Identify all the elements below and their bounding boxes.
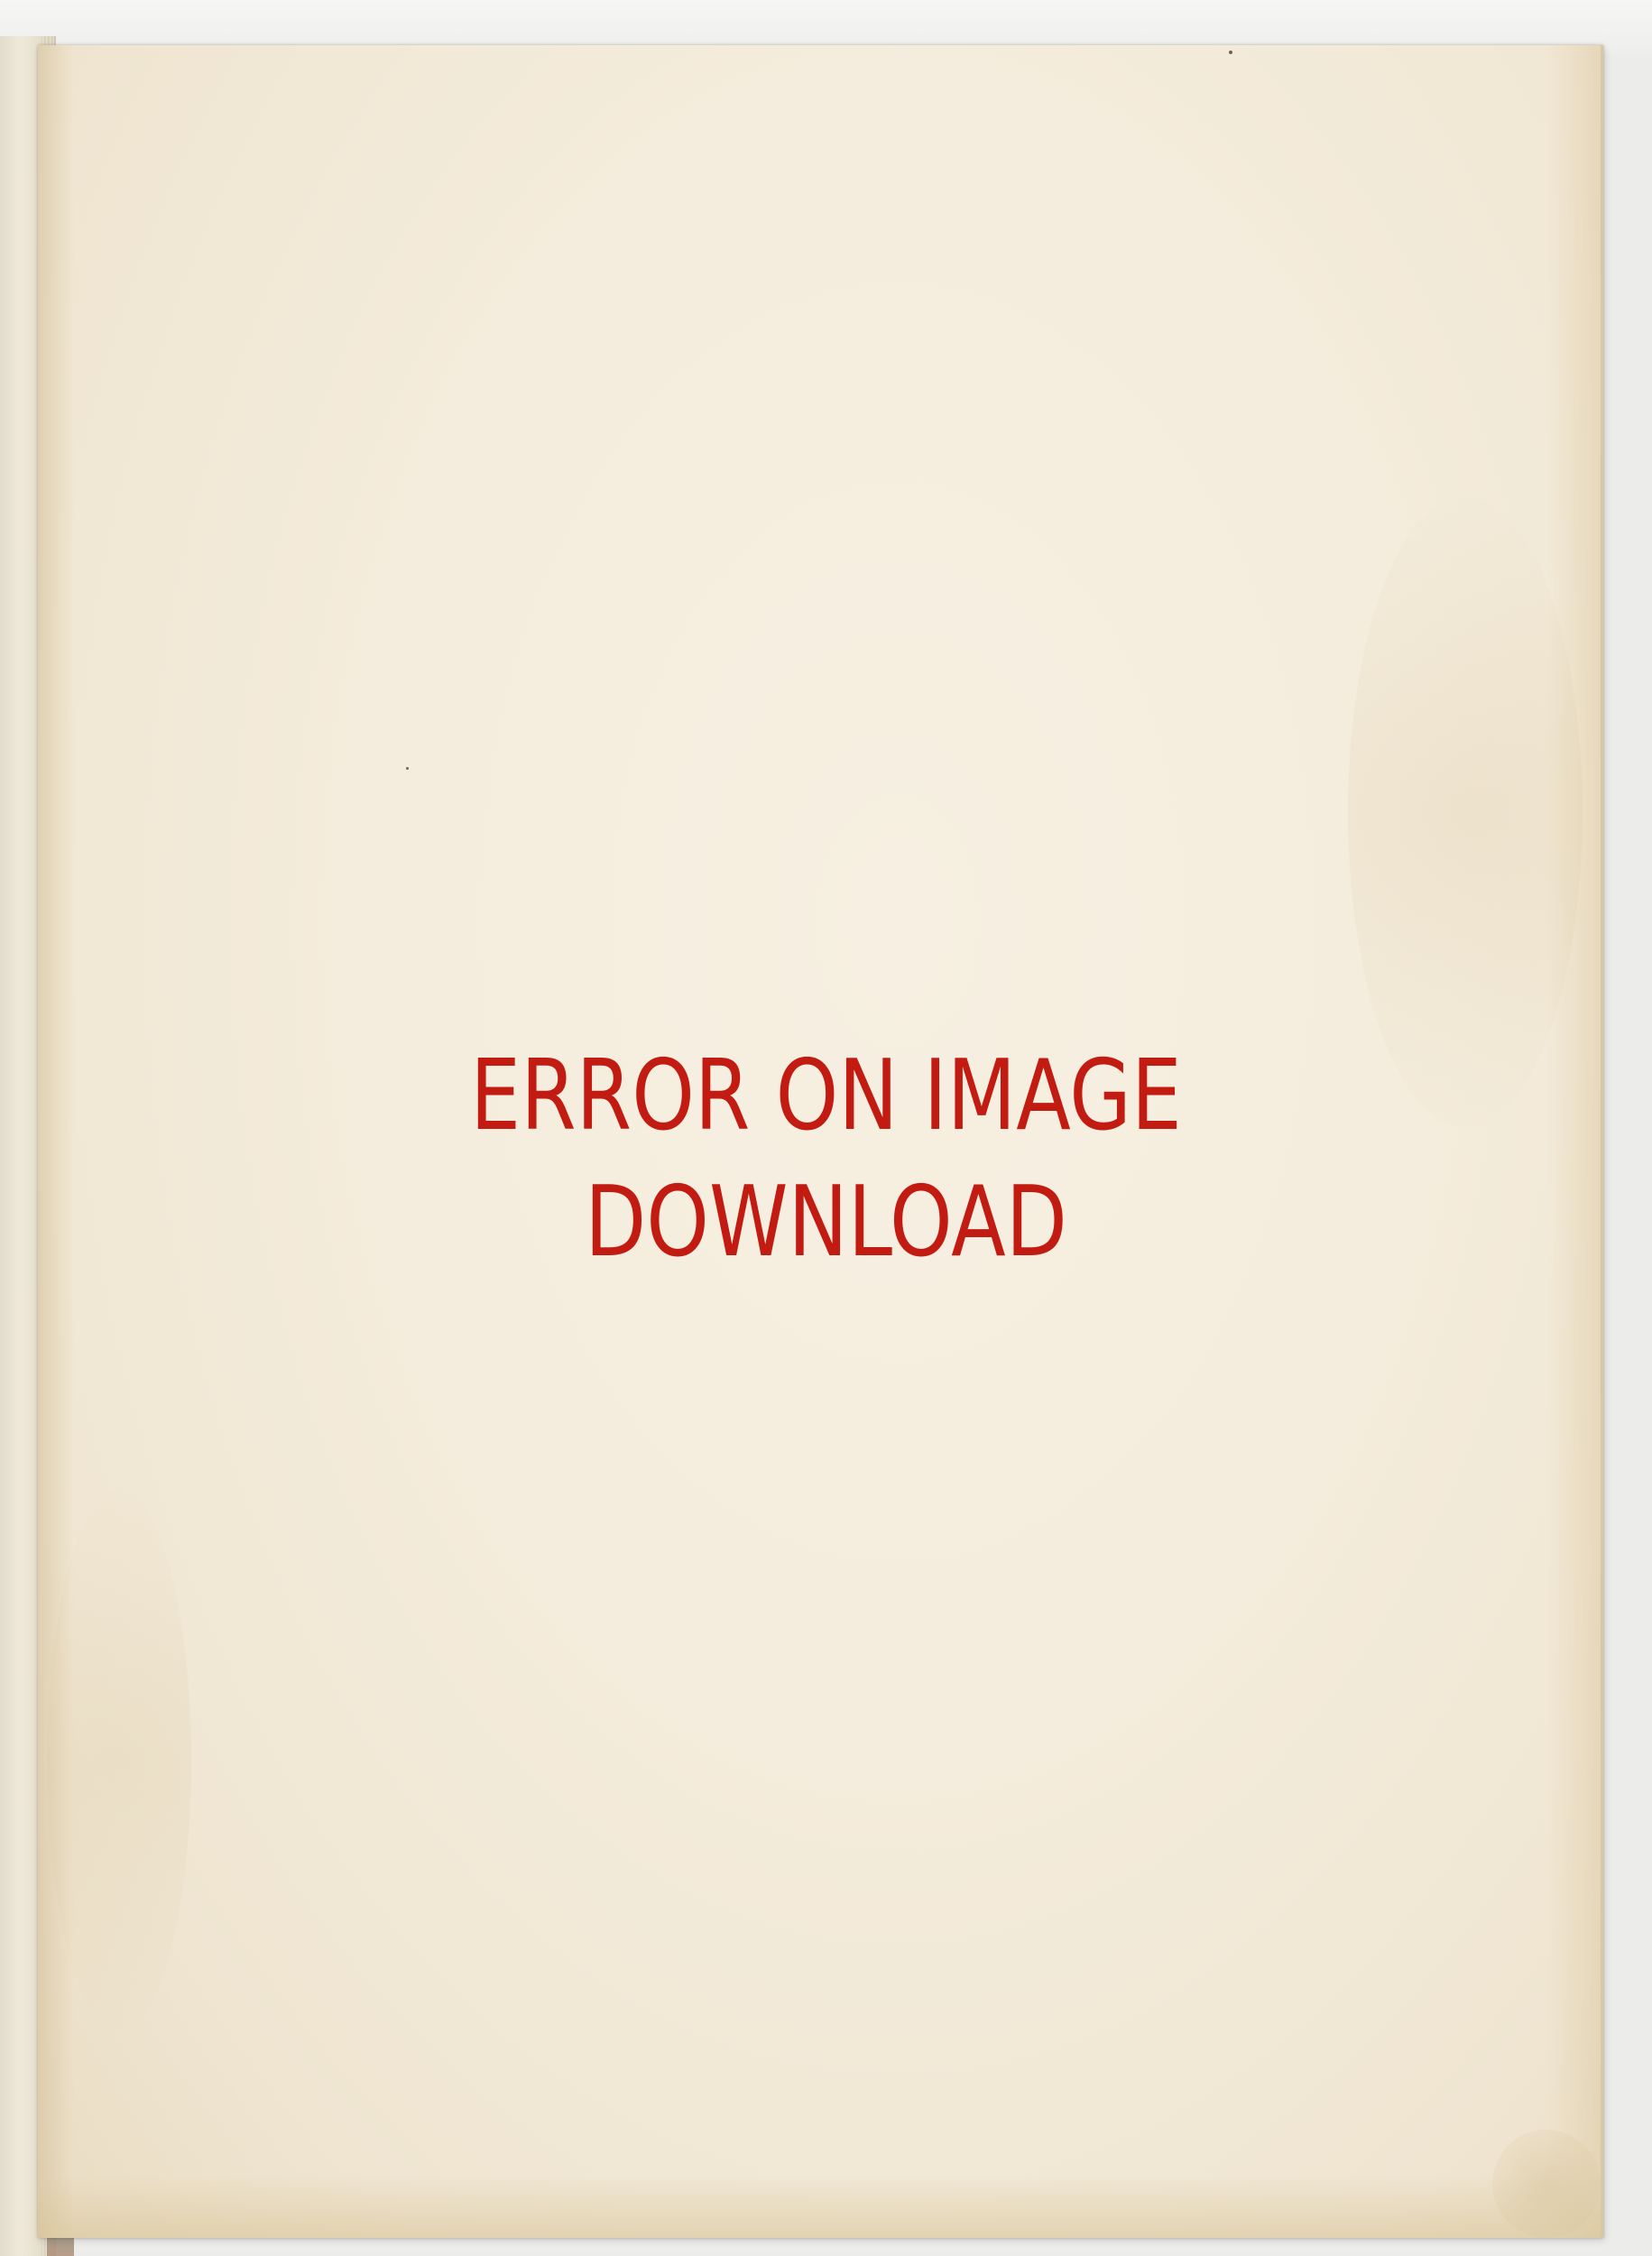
page-shading-bottom	[38, 2175, 1601, 2238]
error-message: ERROR ON IMAGE DOWNLOAD	[149, 1033, 1503, 1286]
page-shading-right	[1546, 45, 1601, 2238]
photo-scene: ERROR ON IMAGE DOWNLOAD	[0, 0, 1652, 2256]
paper-speck	[1229, 51, 1232, 54]
error-message-line: ERROR ON IMAGE	[470, 1040, 1182, 1152]
paper-speck	[406, 767, 409, 770]
foxing-stain	[47, 1489, 191, 2030]
corner-stain	[1492, 2130, 1601, 2238]
error-message-line: DOWNLOAD	[585, 1166, 1067, 1279]
